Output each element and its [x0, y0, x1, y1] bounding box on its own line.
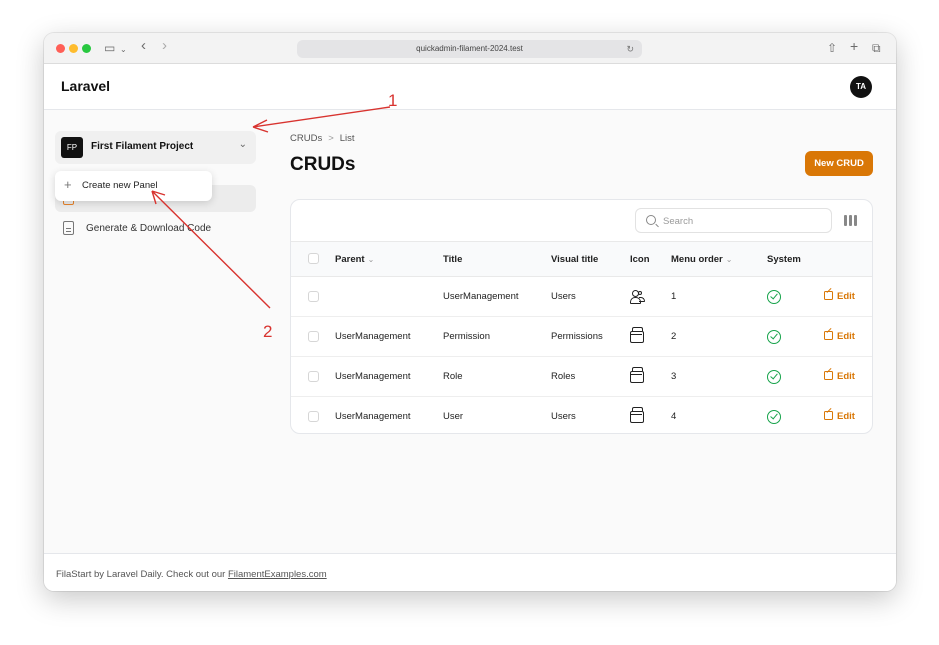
project-dropdown-menu: + Create new Panel — [55, 171, 212, 201]
edit-button[interactable]: Edit — [824, 331, 855, 342]
browser-window: ▭ ⌄ ‹ › quickadmin-filament-2024.test ↻ … — [44, 33, 896, 591]
table-header-row: Parent ⌄ Title Visual title Icon Menu ord… — [291, 241, 872, 277]
users-icon — [630, 290, 646, 304]
annotation-marker-1: 1 — [388, 91, 398, 110]
breadcrumb: CRUDs > List — [290, 133, 355, 144]
annotation-marker-2: 2 — [263, 322, 273, 341]
breadcrumb-current: List — [339, 133, 355, 144]
chevron-down-icon: ⌄ — [725, 254, 733, 264]
minimize-window-button[interactable] — [69, 44, 78, 53]
column-header-visual-title: Visual title — [551, 241, 630, 277]
cell-title: UserManagement — [443, 276, 551, 317]
edit-icon — [824, 371, 833, 380]
check-circle-icon — [767, 289, 781, 304]
cell-visual-title: Roles — [551, 356, 630, 397]
forward-icon[interactable]: › — [162, 38, 167, 53]
cell-menu-order: 2 — [671, 316, 767, 357]
create-new-panel-item[interactable]: Create new Panel — [82, 180, 158, 191]
close-window-button[interactable] — [56, 44, 65, 53]
row-checkbox[interactable] — [308, 330, 319, 342]
app-topbar: Laravel TA — [44, 64, 896, 110]
search-field[interactable] — [635, 208, 832, 233]
page-title: CRUDs — [290, 154, 356, 175]
table-row: UserManagement Permission Permissions 2 … — [291, 316, 872, 357]
address-bar[interactable]: quickadmin-filament-2024.test ↻ — [297, 40, 642, 58]
browser-titlebar: ▭ ⌄ ‹ › quickadmin-filament-2024.test ↻ … — [44, 33, 896, 64]
user-avatar[interactable]: TA — [850, 76, 872, 98]
sidebar-item-generate-download[interactable]: Generate & Download Code — [55, 216, 256, 242]
cell-parent — [335, 276, 443, 317]
column-header-icon: Icon — [630, 241, 671, 277]
cell-title: Permission — [443, 316, 551, 357]
row-checkbox[interactable] — [308, 290, 319, 302]
column-header-title: Title — [443, 241, 551, 277]
cell-parent: UserManagement — [335, 356, 443, 397]
project-switcher[interactable]: FP First Filament Project ⌄ — [55, 131, 256, 164]
cell-menu-order: 1 — [671, 276, 767, 317]
project-name: First Filament Project — [91, 141, 194, 152]
edit-button[interactable]: Edit — [824, 411, 855, 422]
footer-text: FilaStart by Laravel Daily. Check out ou… — [56, 569, 327, 580]
document-icon — [63, 221, 74, 235]
column-header-menu-order[interactable]: Menu order ⌄ — [671, 241, 767, 277]
edit-icon — [824, 331, 833, 340]
chevron-down-icon[interactable]: ⌄ — [120, 43, 127, 57]
search-icon — [646, 215, 656, 225]
project-badge: FP — [61, 137, 83, 158]
chevron-down-icon: ⌄ — [367, 254, 375, 264]
edit-icon — [824, 291, 833, 300]
filament-examples-link[interactable]: FilamentExamples.com — [228, 569, 327, 580]
tab-overview-icon[interactable]: ⧉ — [872, 41, 881, 55]
table-row: UserManagement Users 1 Edit — [291, 276, 872, 317]
chevron-right-icon: > — [328, 133, 334, 144]
cruds-table-card: Parent⌄ Title Visual title Icon Menu ord… — [290, 199, 873, 434]
cell-visual-title: Users — [551, 276, 630, 317]
column-toggle-icon[interactable] — [844, 215, 857, 226]
breadcrumb-link-cruds[interactable]: CRUDs — [290, 133, 322, 144]
select-all-checkbox[interactable] — [308, 253, 319, 265]
back-icon[interactable]: ‹ — [141, 38, 146, 53]
check-circle-icon — [767, 369, 781, 384]
share-icon[interactable]: ⇧ — [827, 41, 837, 55]
check-circle-icon — [767, 329, 781, 344]
page-footer: FilaStart by Laravel Daily. Check out ou… — [44, 553, 896, 591]
url-text: quickadmin-filament-2024.test — [416, 44, 523, 53]
edit-icon — [824, 411, 833, 421]
table-row: UserManagement Role Roles 3 Edit — [291, 356, 872, 397]
archive-icon — [630, 406, 644, 423]
row-checkbox[interactable] — [308, 370, 319, 382]
search-input[interactable] — [663, 213, 823, 229]
cell-menu-order: 4 — [671, 411, 677, 423]
column-header-parent[interactable]: Parent ⌄ — [335, 241, 443, 277]
edit-button[interactable]: Edit — [824, 371, 855, 382]
cell-title: User — [443, 411, 464, 423]
sidebar: FP First Filament Project ⌄ + Create new… — [44, 110, 274, 554]
plus-icon: + — [64, 177, 72, 192]
column-header-system: System — [767, 241, 824, 277]
edit-button[interactable]: Edit — [824, 291, 855, 302]
check-circle-icon — [767, 409, 781, 424]
brand-logo[interactable]: Laravel — [61, 78, 110, 94]
zoom-window-button[interactable] — [82, 44, 91, 53]
cell-parent: UserManagement — [335, 316, 443, 357]
reload-icon[interactable]: ↻ — [626, 40, 634, 58]
cell-menu-order: 3 — [671, 356, 767, 397]
chevron-down-icon: ⌄ — [238, 139, 247, 150]
cruds-table: Parent ⌄ Title Visual title Icon Menu ord… — [291, 241, 872, 434]
cell-parent: UserManagement — [335, 411, 411, 423]
cell-visual-title: Users — [551, 411, 576, 423]
cell-title: Role — [443, 356, 551, 397]
row-checkbox[interactable] — [308, 411, 319, 423]
new-tab-icon[interactable]: + — [850, 39, 858, 53]
new-crud-button[interactable]: New CRUD — [805, 151, 873, 176]
archive-icon — [630, 366, 644, 383]
table-row: UserManagement User Users 4 Edit — [291, 397, 872, 434]
sidebar-toggle-icon[interactable]: ▭ — [104, 41, 115, 55]
sidebar-item-label: Generate & Download Code — [86, 223, 212, 234]
archive-icon — [630, 326, 644, 343]
cell-visual-title: Permissions — [551, 316, 630, 357]
